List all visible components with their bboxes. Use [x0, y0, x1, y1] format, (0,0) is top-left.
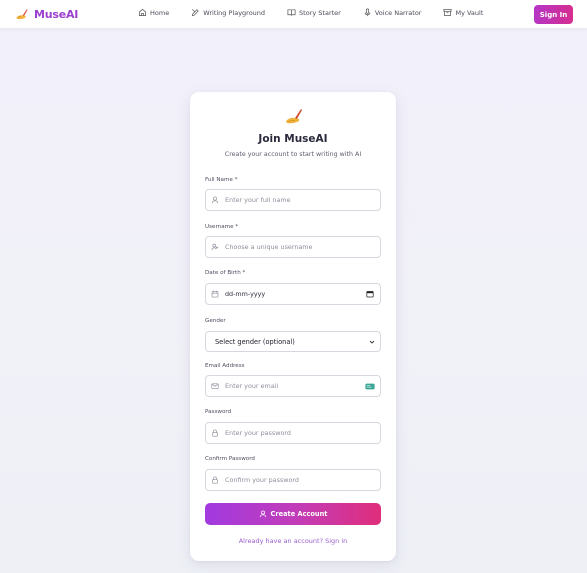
username-field[interactable] — [205, 236, 381, 258]
email-field[interactable] — [205, 375, 381, 397]
username-input[interactable] — [225, 238, 365, 256]
gender-label: Gender — [205, 318, 226, 324]
create-account-button[interactable]: Create Account — [205, 503, 381, 525]
sign-in-button[interactable]: Sign In — [534, 5, 573, 24]
confirm-password-input[interactable] — [225, 471, 365, 489]
user-plus-icon — [211, 243, 219, 251]
email-label: Email Address — [205, 363, 245, 369]
nav-item-voice-narrator[interactable]: Voice Narrator — [363, 8, 422, 17]
nav-links: Home Writing Playground Story Starter Vo… — [138, 8, 505, 17]
nav-item-label: My Vault — [455, 8, 484, 17]
mic-icon — [364, 8, 371, 17]
full-name-input[interactable] — [225, 191, 365, 209]
calendar-picker-icon[interactable] — [366, 290, 374, 298]
top-navbar: MuseAI Home Writing Playground Story Sta… — [0, 0, 587, 29]
gender-select[interactable]: Select gender (optional) — [205, 331, 381, 352]
sign-in-link[interactable]: Already have an account? Sign in — [190, 537, 396, 545]
confirm-password-label: Confirm Password — [205, 456, 255, 462]
quill-hand-icon — [286, 109, 302, 124]
lock-icon — [212, 476, 218, 484]
mail-icon — [211, 383, 219, 389]
nav-item-story-starter[interactable]: Story Starter — [287, 8, 341, 17]
dob-label: Date of Birth * — [205, 270, 246, 276]
home-icon — [138, 8, 147, 17]
nav-item-my-vault[interactable]: My Vault — [443, 8, 483, 17]
password-field[interactable] — [205, 422, 381, 444]
confirm-password-field[interactable] — [205, 469, 381, 491]
brand[interactable]: MuseAI — [15, 7, 78, 21]
chevron-down-icon — [369, 340, 375, 344]
dob-field[interactable]: dd-mm-yyyy — [205, 283, 381, 305]
nav-item-writing-playground[interactable]: Writing Playground — [191, 8, 265, 17]
pen-icon — [192, 9, 199, 17]
nav-item-label: Voice Narrator — [374, 8, 422, 17]
nav-item-label: Story Starter — [299, 8, 341, 17]
signup-card: Join MuseAI Create your account to start… — [190, 92, 396, 561]
nav-item-label: Home — [150, 8, 170, 17]
autofill-card-icon[interactable] — [365, 383, 375, 390]
brand-name: MuseAI — [34, 7, 79, 21]
password-label: Password — [205, 409, 232, 415]
full-name-label: Full Name * — [205, 177, 238, 183]
form-title: Join MuseAI — [258, 133, 328, 145]
full-name-field[interactable] — [205, 189, 381, 211]
calendar-icon — [211, 290, 219, 298]
nav-item-home[interactable]: Home — [138, 8, 169, 17]
user-icon — [259, 510, 266, 518]
lock-icon — [212, 429, 218, 437]
password-input[interactable] — [225, 424, 365, 442]
nav-item-label: Writing Playground — [203, 8, 266, 17]
quill-hand-icon — [16, 9, 28, 20]
user-icon — [211, 196, 219, 204]
form-subtitle: Create your account to start writing wit… — [224, 151, 362, 158]
dob-input[interactable]: dd-mm-yyyy — [225, 290, 366, 298]
book-icon — [287, 9, 296, 16]
email-input[interactable] — [225, 377, 365, 395]
gender-select-value: Select gender (optional) — [215, 337, 295, 346]
archive-icon — [444, 8, 452, 17]
username-label: Username * — [205, 224, 239, 230]
create-account-label: Create Account — [270, 510, 328, 518]
